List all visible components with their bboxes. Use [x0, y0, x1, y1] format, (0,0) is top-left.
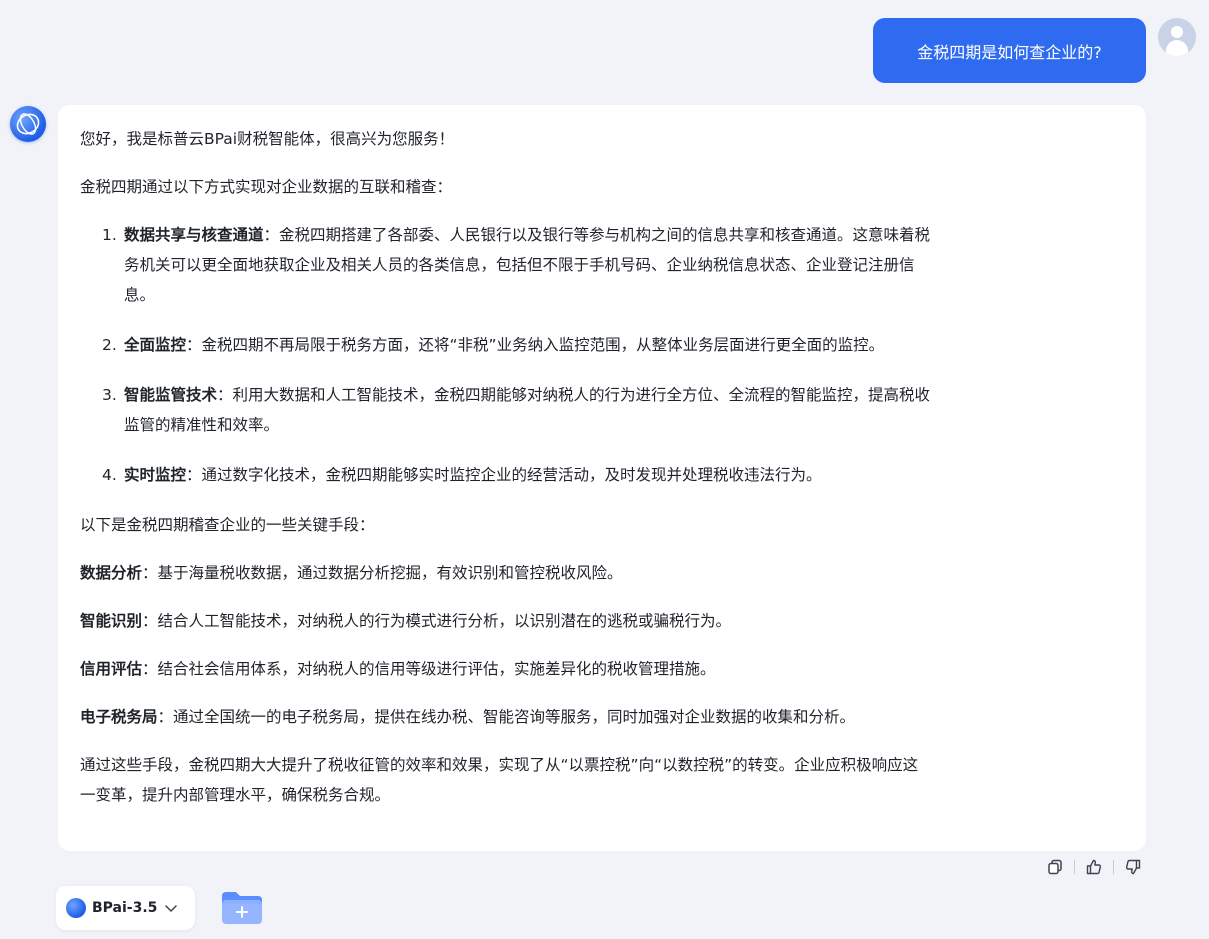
list-item: 2. 全面监控：金税四期不再局限于税务方面，还将“非税”业务纳入监控范围，从整体… [80, 330, 1118, 360]
chevron-down-icon [165, 905, 178, 912]
model-selector[interactable]: BPai-3.5 [56, 886, 195, 930]
conclusion-line: 一变革，提升内部管理水平，确保税务合规。 [80, 786, 391, 804]
user-avatar-head [1171, 26, 1183, 38]
copy-button[interactable] [1040, 856, 1070, 878]
means-item-text: ：基于海量税收数据，通过数据分析挖掘，有效识别和管控税收风险。 [142, 564, 623, 582]
copy-icon [1048, 859, 1062, 875]
means-item: 数据分析：基于海量税收数据，通过数据分析挖掘，有效识别和管控税收风险。 [80, 558, 1118, 588]
conclusion-line: 通过这些手段，金税四期大大提升了税收征管的效率和效果，实现了从“以票控税”向“以… [80, 756, 919, 774]
means-item: 信用评估：结合社会信用体系，对纳税人的信用等级进行评估，实施差异化的税收管理措施… [80, 654, 1118, 684]
user-avatar-body [1166, 40, 1188, 56]
thumbs-down-icon [1125, 859, 1141, 875]
bot-logo-icon [16, 113, 40, 135]
answer-intro: 金税四期通过以下方式实现对企业数据的互联和稽查： [80, 178, 453, 196]
thumbs-up-icon [1086, 859, 1102, 875]
means-item: 智能识别：结合人工智能技术，对纳税人的行为模式进行分析，以识别潜在的逃税或骗税行… [80, 606, 1118, 636]
list-item-number: 4. [102, 466, 117, 484]
like-button[interactable] [1079, 856, 1109, 878]
answer-conclusion: 通过这些手段，金税四期大大提升了税收征管的效率和效果，实现了从“以票控税”向“以… [80, 750, 1118, 810]
list-item: 1. 数据共享与核查通道：金税四期搭建了各部委、人民银行以及银行等参与机构之间的… [80, 220, 1118, 310]
list-item-title: 实时监控 [124, 466, 187, 484]
user-message-bubble: 金税四期是如何查企业的? [873, 18, 1146, 83]
means-item-title: 数据分析 [80, 564, 143, 582]
list-item-text: ：通过数字化技术，金税四期能够实时监控企业的经营活动，及时发现并处理税收违法行为… [186, 466, 822, 484]
answer-actions [1040, 856, 1148, 878]
list-item-number: 3. [102, 386, 117, 404]
answer-numbered-list: 1. 数据共享与核查通道：金税四期搭建了各部委、人民银行以及银行等参与机构之间的… [80, 220, 1118, 490]
list-item-text: ：金税四期搭建了各部委、人民银行以及银行等参与机构之间的信息共享和核查通道。这意… [263, 226, 931, 244]
list-item-number: 2. [102, 336, 117, 354]
means-item-text: ：结合社会信用体系，对纳税人的信用等级进行评估，实施差异化的税收管理措施。 [142, 660, 716, 678]
model-logo-icon [66, 898, 86, 918]
list-item-text: 务机关可以更全面地获取企业及相关人员的各类信息，包括但不限于手机号码、企业纳税信… [124, 256, 915, 274]
dislike-button[interactable] [1118, 856, 1148, 878]
bot-avatar [10, 106, 46, 142]
list-item-text: ：金税四期不再局限于税务方面，还将“非税”业务纳入监控范围，从整体业务层面进行更… [186, 336, 885, 354]
answer-greeting: 您好，我是标普云BPai财税智能体，很高兴为您服务！ [80, 130, 455, 148]
user-message-text: 金税四期是如何查企业的? [917, 42, 1102, 62]
list-item: 3. 智能监管技术：利用大数据和人工智能技术，金税四期能够对纳税人的行为进行全方… [80, 380, 1118, 440]
list-item-title: 数据共享与核查通道 [124, 226, 264, 244]
means-item-title: 信用评估 [80, 660, 143, 678]
means-item-text: ：结合人工智能技术，对纳税人的行为模式进行分析，以识别潜在的逃税或骗税行为。 [142, 612, 732, 630]
folder-upload-button[interactable] [220, 888, 266, 928]
answer-means-intro: 以下是金税四期稽查企业的一些关键手段： [80, 516, 375, 534]
means-item: 电子税务局：通过全国统一的电子税务局，提供在线办税、智能咨询等服务，同时加强对企… [80, 702, 1118, 732]
means-item-title: 智能识别 [80, 612, 143, 630]
list-item-text: 监管的精准性和效率。 [124, 416, 280, 434]
model-label: BPai-3.5 [92, 900, 158, 916]
list-item-title: 全面监控 [124, 336, 187, 354]
means-item-text: ：通过全国统一的电子税务局，提供在线办税、智能咨询等服务，同时加强对企业数据的收… [157, 708, 856, 726]
answer-card: 您好，我是标普云BPai财税智能体，很高兴为您服务！ 金税四期通过以下方式实现对… [58, 105, 1146, 851]
list-item-text: ：利用大数据和人工智能技术，金税四期能够对纳税人的行为进行全方位、全流程的智能监… [217, 386, 931, 404]
list-item-text: 息。 [124, 286, 156, 304]
actions-divider [1113, 860, 1114, 874]
means-item-title: 电子税务局 [80, 708, 158, 726]
list-item-title: 智能监管技术 [124, 386, 218, 404]
list-item: 4. 实时监控：通过数字化技术，金税四期能够实时监控企业的经营活动，及时发现并处… [80, 460, 1118, 490]
folder-add-icon [222, 892, 262, 924]
list-item-number: 1. [102, 226, 117, 244]
actions-divider [1074, 860, 1075, 874]
user-avatar[interactable] [1158, 18, 1196, 56]
